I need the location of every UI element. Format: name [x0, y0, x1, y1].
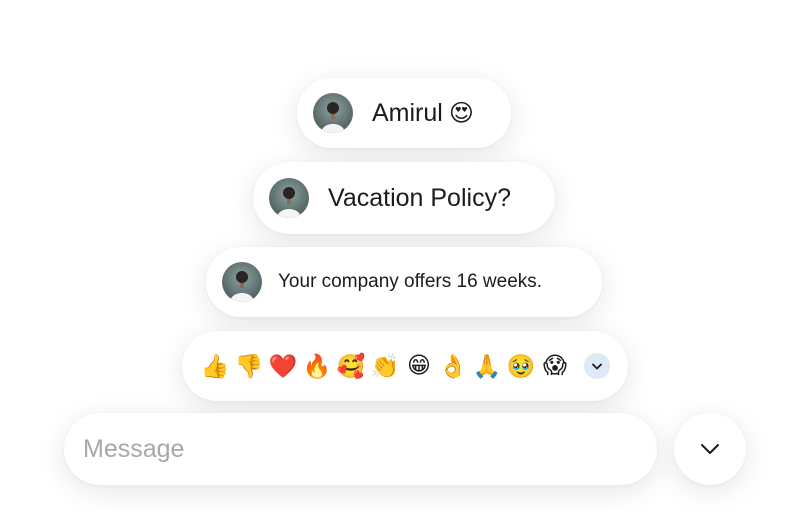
more-reactions-button[interactable] [584, 353, 610, 379]
message-text: Vacation Policy? [328, 183, 511, 212]
message-input[interactable] [81, 433, 625, 465]
message-bubble-name: Amirul 😍 [297, 78, 511, 148]
message-composer [64, 413, 657, 485]
message-text: Your company offers 16 weeks. [278, 271, 543, 292]
reaction-ok-hand-icon[interactable]: 👌 [436, 349, 470, 383]
expand-button[interactable] [674, 413, 746, 485]
reaction-holding-tears-icon[interactable]: 🥹 [504, 349, 538, 383]
reaction-thumbs-up-icon[interactable]: 👍 [198, 349, 232, 383]
reaction-thumbs-down-icon[interactable]: 👎 [232, 349, 266, 383]
chevron-down-icon [592, 363, 602, 369]
reaction-fire-icon[interactable]: 🔥 [300, 349, 334, 383]
message-bubble-question: Vacation Policy? [253, 162, 555, 234]
reaction-clapping-icon[interactable]: 👏 [368, 349, 402, 383]
heart-eyes-emoji-icon: 😍 [448, 99, 474, 127]
reaction-grin-icon[interactable]: 😁 [402, 349, 436, 383]
avatar [269, 178, 309, 218]
message-bubble-answer: Your company offers 16 weeks. [206, 247, 602, 317]
reaction-scream-icon[interactable]: 😱 [538, 349, 572, 383]
chevron-down-icon [701, 444, 719, 454]
reaction-heart-icon[interactable]: ❤️ [266, 349, 300, 383]
message-text: Amirul [372, 98, 443, 127]
reaction-smiling-hearts-icon[interactable]: 🥰 [334, 349, 368, 383]
avatar [313, 93, 353, 133]
avatar [222, 262, 262, 302]
reaction-pray-icon[interactable]: 🙏 [470, 349, 504, 383]
reaction-picker: 👍 👎 ❤️ 🔥 🥰 👏 😁 👌 🙏 🥹 😱 [182, 331, 628, 401]
